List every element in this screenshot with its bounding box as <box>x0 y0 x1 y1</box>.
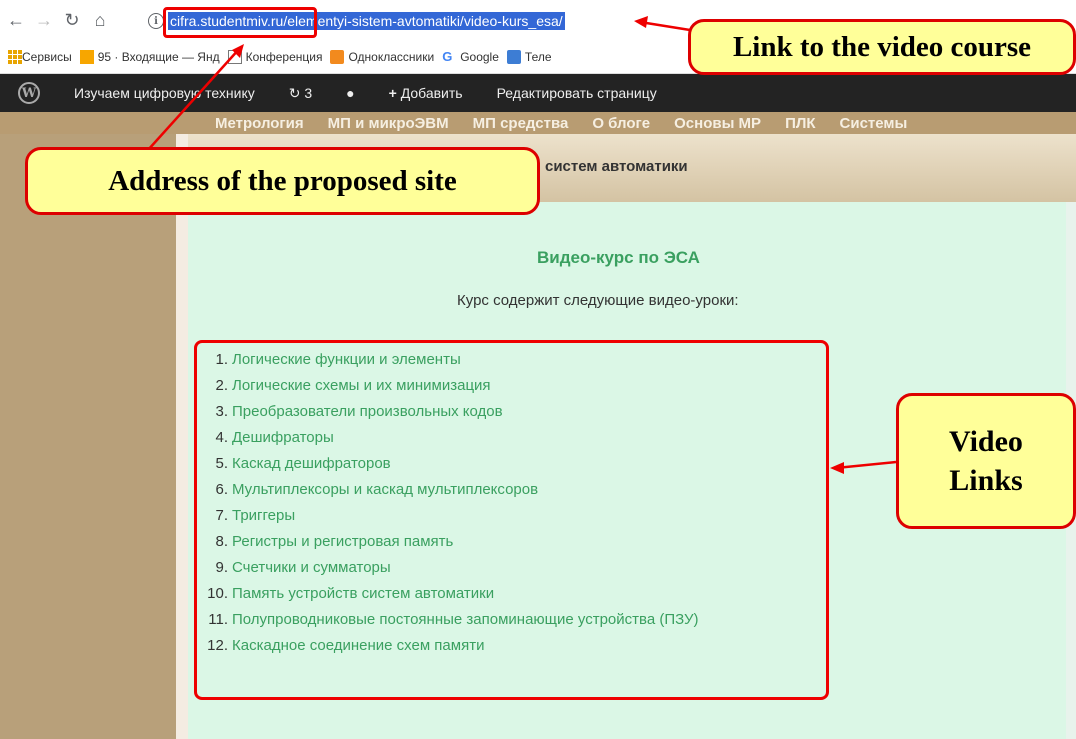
callout-video-line2: Links <box>949 464 1023 497</box>
callout-video-line1: Video <box>949 425 1023 458</box>
annotation-arrows <box>147 16 897 474</box>
callout-video-links: Video Links <box>896 393 1076 529</box>
callout-video-course-link: Link to the video course <box>688 19 1076 75</box>
callout-site-address: Address of the proposed site <box>25 147 540 215</box>
